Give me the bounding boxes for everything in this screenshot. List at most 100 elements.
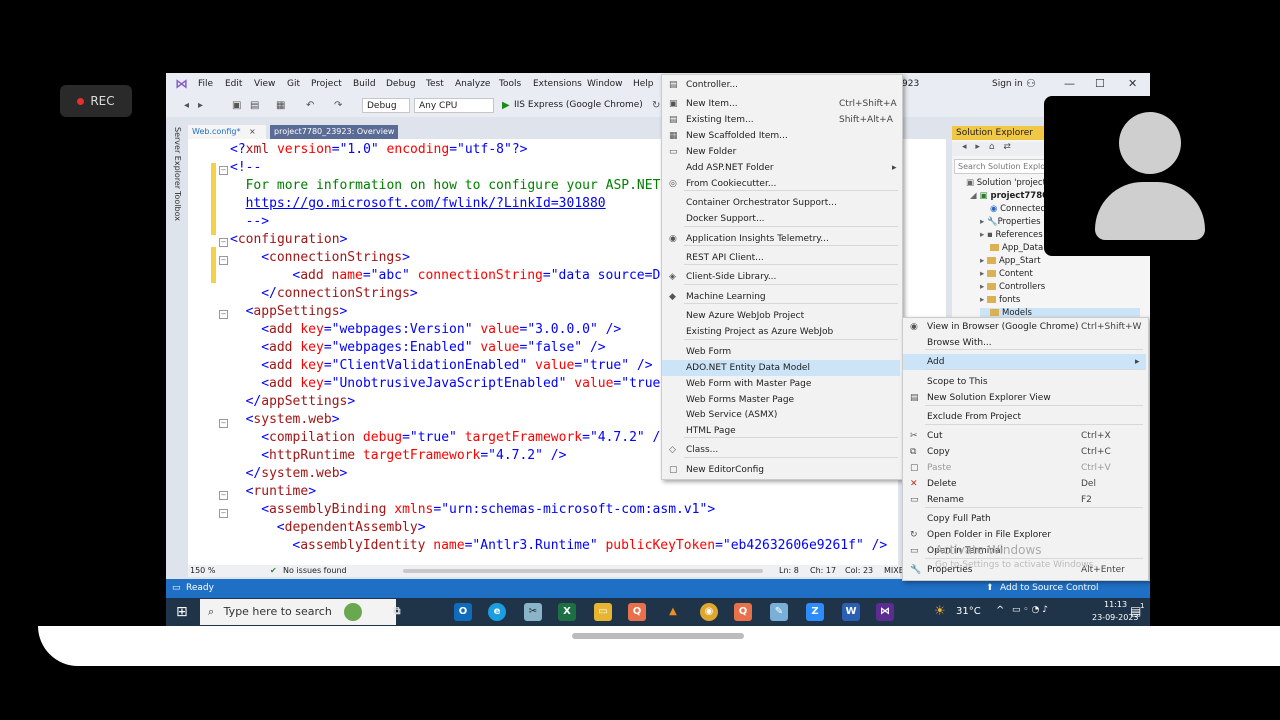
add-menu-item[interactable]: Web Form with Master Page [662,376,900,392]
menu-edit[interactable]: Edit [225,79,242,89]
new-project-icon[interactable]: ▣ [232,100,241,111]
fold-toggle[interactable]: − [219,509,228,518]
tree-connected[interactable]: ◉ Connected [990,204,1046,214]
sign-in-link[interactable]: Sign in [992,79,1023,89]
add-menu-item[interactable]: ▦ New Scaffolded Item... [662,128,900,144]
forward-icon[interactable]: ▸ [198,100,203,111]
close-window-icon[interactable]: ✕ [1128,77,1137,90]
add-menu-item[interactable]: New Azure WebJob Project [662,308,900,324]
chrome-like-app-icon[interactable] [344,603,362,621]
toolbox-tab[interactable]: Toolbox [173,191,182,221]
clock-time[interactable]: 11:13 [1104,600,1127,609]
paint-icon[interactable]: ✎ [770,603,788,621]
quick-app-icon[interactable]: Q [628,603,646,621]
add-menu-item[interactable]: ▣ New Item... Ctrl+Shift+A [662,96,900,112]
menu-help[interactable]: Help [633,79,654,89]
add-menu-item[interactable]: Web Form [662,344,900,360]
fold-toggle[interactable]: − [219,166,228,175]
horizontal-scrollbar[interactable] [403,569,763,573]
context-menu-item[interactable]: ▤ New Solution Explorer View [903,390,1146,406]
home-icon[interactable]: ⌂ [989,142,995,152]
fold-toggle[interactable]: − [219,256,228,265]
context-menu-item[interactable]: ↻ Open Folder in File Explorer [903,527,1146,543]
add-menu-item[interactable]: Docker Support... [662,211,900,227]
add-menu-item[interactable]: ADO.NET Entity Data Model [662,360,900,376]
add-menu-item[interactable]: Container Orchestrator Support... [662,195,900,211]
tree-fonts[interactable]: ▸ fonts [980,295,1020,305]
add-menu-item[interactable]: ▭ New Folder [662,144,900,160]
add-menu-item[interactable]: ▤ Controller... [662,77,900,93]
context-menu-item[interactable]: ▭ Rename F2 [903,492,1146,508]
account-icon[interactable]: ⚇ [1026,77,1036,90]
menu-build[interactable]: Build [353,79,376,89]
fold-toggle[interactable]: − [219,238,228,247]
video-scrubber[interactable] [572,633,744,639]
add-menu-item[interactable]: ▤ Existing Item... Shift+Alt+A [662,112,900,128]
configuration-select[interactable]: Debug [362,98,410,113]
vlc-icon[interactable]: ▲ [664,603,682,621]
close-tab-icon[interactable]: × [249,127,256,136]
menu-test[interactable]: Test [426,79,444,89]
tray-chevron-icon[interactable]: ^ [996,605,1004,616]
undo-icon[interactable]: ↶ [306,100,314,111]
context-menu-item[interactable]: Copy Full Path [903,511,1146,527]
add-menu-item[interactable]: Web Forms Master Page [662,392,900,408]
zoom-icon[interactable]: Z [806,603,824,621]
add-menu-item[interactable]: Add ASP.NET Folder ▸ [662,160,900,176]
context-menu-item[interactable]: ⧉ Copy Ctrl+C [903,444,1146,460]
tree-properties[interactable]: ▸ 🔧Properties [980,217,1041,227]
tree-content[interactable]: ▸ Content [980,269,1033,279]
windows-start-icon[interactable]: ⊞ [176,604,188,620]
context-menu-item[interactable]: ◉ View in Browser (Google Chrome) Ctrl+Shi… [903,319,1146,335]
platform-select[interactable]: Any CPU [414,98,494,113]
add-menu-item[interactable]: Existing Project as Azure WebJob [662,324,900,340]
chrome-icon[interactable]: ◉ [700,603,718,621]
tree-references[interactable]: ▸ ▪ References [980,230,1043,240]
fold-toggle[interactable]: − [219,419,228,428]
start-debug-icon[interactable]: ▶ [502,100,510,111]
line-ending[interactable]: MIXE [884,566,904,575]
add-menu-item[interactable]: ◇ Class... [662,442,900,458]
visual-studio-taskbar-icon[interactable]: ⋈ [876,603,894,621]
menu-project[interactable]: Project [311,79,342,89]
quick-app-2-icon[interactable]: Q [734,603,752,621]
context-menu-item[interactable]: ✂ Cut Ctrl+X [903,428,1146,444]
tab-web-config[interactable]: Web.config* × [188,125,266,139]
sync-icon[interactable]: ⇄ [1003,142,1011,152]
save-all-icon[interactable]: ▦ [276,100,285,111]
add-menu-item[interactable]: ◈ Client-Side Library... [662,269,900,285]
task-view-icon[interactable]: ⧉ [388,603,406,621]
menu-git[interactable]: Git [287,79,300,89]
menu-debug[interactable]: Debug [386,79,416,89]
add-to-source-control-button[interactable]: Add to Source Control [1000,583,1099,593]
zoom-level[interactable]: 150 % [190,566,215,575]
menu-extensions[interactable]: Extensions [533,79,582,89]
context-menu-item[interactable]: ▢ Paste Ctrl+V [903,460,1146,476]
menu-view[interactable]: View [254,79,275,89]
context-menu-item[interactable]: Exclude From Project [903,409,1146,425]
add-menu-item[interactable]: Web Service (ASMX) [662,407,900,423]
context-menu-item[interactable]: Add ▸ [903,354,1146,370]
redo-icon[interactable]: ↷ [334,100,342,111]
excel-icon[interactable]: X [558,603,576,621]
tree-app-start[interactable]: ▸ App_Start [980,256,1041,266]
server-explorer-tab[interactable]: Server Explorer [173,127,182,189]
tree-project[interactable]: ◢ ▣ project7780_ [970,191,1052,201]
tree-solution[interactable]: ▣ Solution 'project7 [966,178,1051,188]
menu-window[interactable]: Window [587,79,623,89]
fold-toggle[interactable]: − [219,491,228,500]
issues-status[interactable]: No issues found [283,566,347,575]
taskbar-search-box[interactable]: ⌕ Type here to search [200,599,396,625]
back-icon[interactable]: ◂ [962,142,967,152]
context-menu-item[interactable]: Scope to This [903,374,1146,390]
tree-app-data[interactable]: App_Data [990,243,1043,253]
forward-icon[interactable]: ▸ [975,142,980,152]
minimize-icon[interactable]: — [1064,77,1075,90]
tray-icons[interactable]: ▭ ◦ ◔ ♪ [1012,605,1048,615]
weather-temp[interactable]: 31°C [956,606,981,617]
open-icon[interactable]: ▤ [250,100,259,111]
word-icon[interactable]: W [842,603,860,621]
context-menu-item[interactable]: ✕ Delete Del [903,476,1146,492]
menu-analyze[interactable]: Analyze [455,79,490,89]
back-icon[interactable]: ◂ [184,100,189,111]
